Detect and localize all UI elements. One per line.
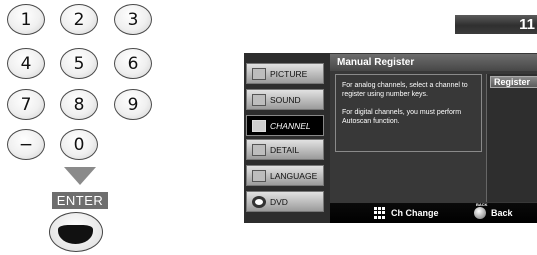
menu-item-label: SOUND — [270, 94, 301, 105]
menu-item-label: CHANNEL — [270, 120, 311, 131]
ch-change-label: Ch Change — [391, 208, 439, 218]
menu-item-language[interactable]: LANGUAGE — [246, 165, 324, 186]
enter-button[interactable] — [49, 212, 103, 252]
detail-icon — [252, 143, 266, 156]
panel-title: Manual Register — [330, 54, 537, 71]
key-5[interactable]: 5 — [60, 48, 98, 79]
key-8[interactable]: 8 — [60, 89, 98, 120]
key-0[interactable]: 0 — [60, 129, 98, 160]
menu-item-label: LANGUAGE — [270, 170, 318, 181]
tv-setup-menu: PICTURE SOUND CHANNEL DETAIL LANGUAGE DV… — [244, 53, 537, 223]
menu-item-channel[interactable]: CHANNEL — [246, 115, 324, 136]
key-7[interactable]: 7 — [7, 89, 45, 120]
number-keys-icon — [374, 207, 386, 219]
register-button[interactable]: Register — [490, 76, 537, 88]
key-2[interactable]: 2 — [60, 4, 98, 35]
menu-item-picture[interactable]: PICTURE — [246, 63, 324, 84]
dvd-icon — [252, 195, 266, 208]
back-label: Back — [491, 208, 513, 218]
down-arrow-icon — [64, 167, 96, 185]
key-3[interactable]: 3 — [114, 4, 152, 35]
sound-icon — [252, 93, 266, 106]
channel-number-display: 11 — [455, 15, 537, 34]
back-button-icon: BACK — [474, 202, 488, 219]
channel-icon — [252, 119, 266, 132]
remote-keypad: 1 2 3 4 5 6 7 8 9 − 0 ENTER — [0, 0, 200, 255]
menu-footer: Ch Change BACK Back — [330, 202, 537, 223]
ch-change-hint: Ch Change — [374, 207, 439, 219]
menu-item-detail[interactable]: DETAIL — [246, 139, 324, 160]
key-9[interactable]: 9 — [114, 89, 152, 120]
instruction-text-analog: For analog channels, select a channel to… — [342, 82, 468, 98]
key-dash[interactable]: − — [7, 129, 45, 160]
register-column: Register — [486, 74, 537, 202]
menu-item-label: DVD — [270, 196, 288, 207]
key-1[interactable]: 1 — [7, 4, 45, 35]
back-tag: BACK — [476, 202, 488, 207]
menu-item-label: PICTURE — [270, 68, 308, 79]
key-6[interactable]: 6 — [114, 48, 152, 79]
enter-label: ENTER — [52, 192, 108, 209]
key-4[interactable]: 4 — [7, 48, 45, 79]
manual-register-panel: Manual Register For analog channels, sel… — [330, 53, 537, 223]
picture-icon — [252, 67, 266, 80]
enter-button-icon — [58, 225, 93, 244]
menu-item-sound[interactable]: SOUND — [246, 89, 324, 110]
instruction-text-digital: For digital channels, you must perform A… — [342, 109, 462, 125]
menu-sidebar: PICTURE SOUND CHANNEL DETAIL LANGUAGE DV… — [244, 53, 330, 223]
back-hint: BACK Back — [474, 202, 513, 219]
menu-item-label: DETAIL — [270, 144, 300, 155]
menu-item-dvd[interactable]: DVD — [246, 191, 324, 212]
instruction-box: For analog channels, select a channel to… — [335, 74, 482, 152]
language-icon — [252, 169, 266, 182]
